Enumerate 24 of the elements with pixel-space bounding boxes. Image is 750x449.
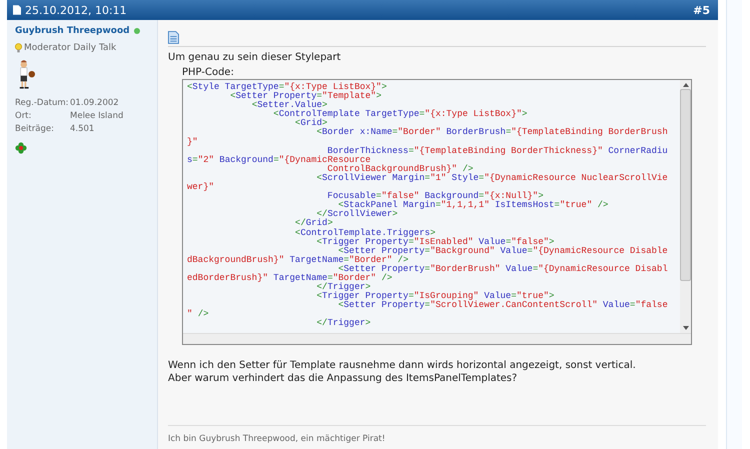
lightbulb-icon — [15, 43, 22, 53]
code-label: PHP-Code: — [182, 67, 234, 78]
flower-icon — [15, 142, 27, 154]
stat-label: Reg.-Datum: — [15, 98, 70, 108]
stat-label: Beiträge: — [15, 124, 55, 134]
signature-text: Ich bin Guybrush Threepwood, ein mächtiger Pirat! — [168, 434, 386, 444]
down-arrow-icon[interactable] — [682, 326, 688, 330]
username-link[interactable]: Guybrush Threepwood — [15, 26, 130, 36]
message-text: Wenn ich den Setter für Template rausnehme dann wirds horizontal angezeigt, sonst vertical. — [168, 359, 636, 372]
document-icon — [13, 5, 21, 15]
user-rank: Moderator Daily Talk — [24, 43, 116, 53]
up-arrow-icon[interactable] — [682, 83, 688, 87]
message-text: Um genau zu sein dieser Stylepart — [168, 52, 341, 63]
code-text: <Style TargetType="{x:Type ListBox}"> <Setter Property="Template"> <Setter.Value> <ControlTemplate TargetType="{x:Type ListBox}"> <Grid> <Border x:Name="Border" BorderBrush="{TemplateBinding BorderBrush }" BorderThickness="{TemplateBinding BorderThickness}" CornerRadiu s="2" Background="{DynamicResource ControlBackgroundBrush}" /> <ScrollViewer Margin="1" Style="{DynamicResource NuclearScrollVie wer}" Focusable="false" Background="{x:Null}"> <StackPanel Margin="1,1,1,1" IsItemsHost="true" /> </ScrollViewer> </Grid> <ControlTemplate.Triggers> <Trigger Property="IsEnabled" Value="false"> <Setter Property="Background" Value="{DynamicResource Disable dBackgroundBrush}" TargetName="Border" /> <Setter Property="BorderBrush" Value="{DynamicResource Disabl edBorderBrush}" TargetName="Border" /> </Trigger> <Trigger Property="IsGrouping" Value="true"> <Setter Property="ScrollViewer.CanContentScroll" Value="false " /> </Trigger> — [186, 81, 669, 330]
message-text: Aber warum verhindert das die Anpassung des ItemsPanelTemplates? — [168, 372, 518, 385]
document-icon — [168, 31, 179, 44]
stat-label: Ort: — [15, 111, 32, 121]
stat-value: Melee Island — [70, 111, 124, 121]
stat-value: 4.501 — [70, 124, 94, 134]
post-date: 25.10.2012, 10:11 — [25, 4, 127, 16]
stat-value: 01.09.2002 — [70, 98, 119, 108]
vertical-scrollbar[interactable] — [680, 80, 691, 333]
horizontal-scrollbar[interactable] — [183, 333, 691, 344]
post-number-link[interactable]: #5 — [693, 4, 710, 16]
